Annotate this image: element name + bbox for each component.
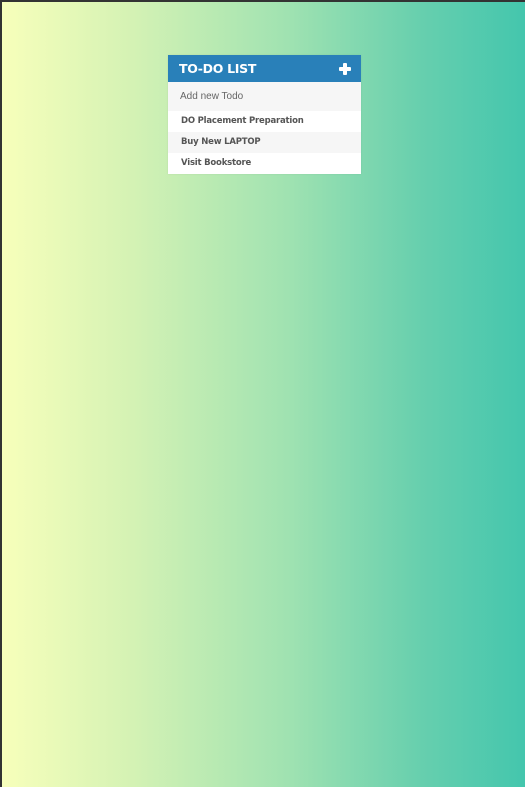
todo-item-visit-bookstore[interactable]: Visit Bookstore: [168, 153, 361, 174]
todo-list: DO Placement Preparation Buy New LAPTOP …: [168, 111, 361, 174]
add-todo-input[interactable]: [168, 82, 361, 111]
todo-header: TO-DO LIST: [168, 55, 361, 82]
todo-panel: TO-DO LIST DO Placement Preparation Buy …: [168, 55, 361, 174]
todo-item-buy-laptop[interactable]: Buy New LAPTOP: [168, 132, 361, 153]
page-background: TO-DO LIST DO Placement Preparation Buy …: [2, 2, 525, 787]
add-todo-plus-icon[interactable]: [339, 62, 351, 75]
todo-title: TO-DO LIST: [179, 61, 257, 76]
todo-item-placement-preparation[interactable]: DO Placement Preparation: [168, 111, 361, 132]
